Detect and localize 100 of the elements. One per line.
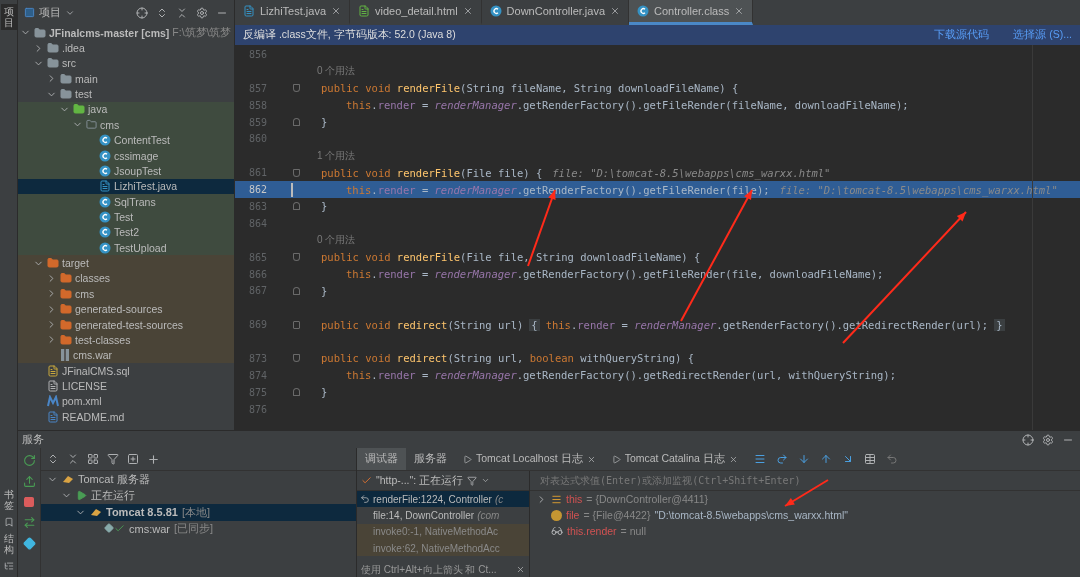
tree-item[interactable]: .idea	[18, 40, 234, 56]
stack-frame[interactable]: file:14, DownController (com	[357, 507, 529, 524]
line-number: 861	[247, 167, 267, 179]
group-icon[interactable]	[87, 453, 99, 465]
menu-icon[interactable]	[753, 453, 766, 465]
item-label: Test2	[114, 226, 140, 239]
frame-label: file:14, DownController	[373, 509, 475, 521]
tree-item[interactable]: cms	[18, 286, 234, 302]
project-tool-tab[interactable]: 项目	[0, 4, 17, 30]
line-number: 873	[247, 352, 267, 364]
project-view-dropdown[interactable]: 项目	[24, 5, 75, 20]
banner-link[interactable]: 下载源代码	[934, 28, 990, 42]
tree-item[interactable]: main	[18, 71, 234, 87]
settings-icon[interactable]	[1042, 433, 1054, 446]
tree-item[interactable]: Test	[18, 209, 234, 225]
class-icon	[99, 241, 111, 254]
structure-icon[interactable]	[3, 561, 14, 571]
tree-item[interactable]: Tomcat 服务器	[41, 471, 356, 488]
close-icon[interactable]	[516, 565, 525, 574]
variable-row[interactable]: this = {DownController@4411}	[530, 491, 1080, 507]
usage-hint[interactable]: 1 个用法	[317, 148, 356, 163]
debugger-tab[interactable]: 调试器	[357, 448, 406, 470]
panel-title: 服务	[22, 432, 44, 447]
fold-marker-icon[interactable]	[292, 320, 300, 329]
package-icon	[86, 119, 97, 131]
tree-item[interactable]: target	[18, 255, 234, 271]
tree-item[interactable]: JFinalCMS.sql	[18, 362, 234, 379]
tree-item[interactable]: JFinalcms-master [cms] F:\筑梦\筑梦	[18, 25, 234, 41]
close-icon[interactable]	[734, 6, 745, 16]
step-into-icon[interactable]	[797, 453, 810, 465]
tree-item[interactable]: java	[18, 101, 234, 118]
close-icon[interactable]	[728, 454, 738, 464]
step-over-icon[interactable]	[775, 453, 788, 465]
caret-icon[interactable]	[481, 476, 491, 485]
stack-frame[interactable]: invoke0:-1, NativeMethodAc	[357, 523, 529, 540]
deploy-icon[interactable]	[22, 475, 36, 488]
variable-value: = {DownController@4411}	[586, 493, 708, 505]
locate-icon[interactable]	[1022, 433, 1034, 446]
debugger-tab[interactable]: Tomcat Catalina 日志	[603, 448, 746, 470]
close-icon[interactable]	[331, 6, 342, 16]
variable-name: this.render	[567, 525, 617, 537]
stop-icon[interactable]	[23, 496, 35, 508]
line-number: 859	[247, 116, 267, 128]
item-label: generated-sources	[75, 303, 163, 316]
collapse-all-icon[interactable]	[176, 6, 188, 19]
step-out-icon[interactable]	[819, 453, 832, 465]
add-icon[interactable]	[147, 452, 160, 466]
locate-icon[interactable]	[136, 6, 148, 19]
item-label: java	[88, 103, 108, 116]
close-icon[interactable]	[586, 454, 596, 464]
tree-item[interactable]: JsoupTest	[18, 163, 234, 179]
tree-item[interactable]: TestUpload	[18, 240, 234, 256]
code-line: public void renderFile(String fileName, String downloadFileName) {	[321, 82, 739, 95]
folder-icon	[60, 287, 72, 300]
filter-icon[interactable]	[467, 475, 478, 486]
variable-row[interactable]: this.render = null	[530, 523, 1080, 539]
usage-hint[interactable]: 0 个用法	[317, 64, 356, 79]
variable-row[interactable]: file = {File@4422} "D:\tomcat-8.5\webapps\cms_warxx.html"	[530, 507, 1080, 523]
bookmark-icon[interactable]	[3, 517, 14, 527]
close-icon[interactable]	[610, 6, 621, 16]
tree-item[interactable]: test	[18, 86, 234, 102]
item-label: Tomcat 8.5.81	[106, 506, 178, 519]
expand-all-icon[interactable]	[156, 6, 168, 19]
tree-item[interactable]: README.md	[18, 409, 234, 425]
banner-link[interactable]: 选择源 (S)...	[1013, 28, 1072, 42]
window-icon	[24, 7, 35, 18]
diamond-icon[interactable]	[22, 537, 36, 550]
settings-icon[interactable]	[196, 6, 208, 19]
update-icon[interactable]	[22, 516, 36, 529]
tree-item[interactable]: generated-sources	[18, 301, 234, 317]
collapse-all-icon[interactable]	[67, 453, 79, 465]
folder-icon	[34, 26, 46, 39]
banner-text: 反编译 .class文件, 字节码版本: 52.0 (Java 8)	[243, 28, 456, 42]
table-icon[interactable]	[863, 453, 876, 465]
new-tab-icon[interactable]	[127, 453, 139, 465]
editor-tab[interactable]: Controller.class	[629, 0, 754, 25]
tool-window-tab[interactable]: 结构	[0, 531, 17, 557]
html-file-icon	[358, 5, 371, 17]
tree-item[interactable]: src	[18, 55, 234, 72]
tree-item[interactable]: Tomcat 8.5.81 [本地]	[41, 504, 356, 521]
debugger-tab[interactable]: 服务器	[406, 448, 455, 470]
stack-frame[interactable]: renderFile:1224, Controller (c	[357, 491, 529, 508]
rerun-icon[interactable]	[22, 454, 36, 467]
tree-item[interactable]: test-classes	[18, 332, 234, 348]
line-number: 862	[247, 184, 267, 196]
item-label: Tomcat 服务器	[78, 471, 150, 487]
tree-item[interactable]: 正在运行	[41, 487, 356, 504]
close-icon[interactable]	[462, 6, 473, 16]
filter-icon[interactable]	[107, 453, 119, 465]
expand-all-icon[interactable]	[47, 453, 59, 465]
item-label: cms.war	[73, 349, 113, 362]
item-label: main	[75, 72, 98, 85]
tree-item[interactable]: cms	[18, 117, 234, 133]
tree-item[interactable]: pom.xml	[18, 393, 234, 409]
tool-window-tab[interactable]: 书签	[0, 487, 17, 513]
debugger-tab[interactable]: Tomcat Localhost 日志	[455, 448, 604, 470]
tree-item[interactable]: LICENSE	[18, 378, 234, 394]
tree-item[interactable]: cms:war [已同步]	[41, 520, 356, 537]
trace-icon[interactable]	[885, 453, 898, 465]
usage-hint[interactable]: 0 个用法	[317, 233, 356, 248]
